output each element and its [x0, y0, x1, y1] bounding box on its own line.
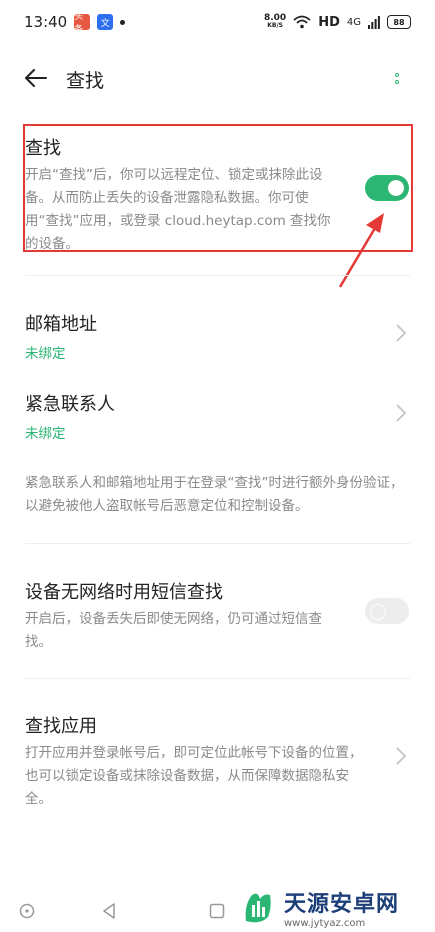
find-settings-page: 13:40 头条 文 8.00 KB/S HD 4G 88 查找 查找 开启“查…: [0, 0, 435, 932]
nav-back-icon[interactable]: [100, 902, 118, 920]
watermark-text: 天源安卓网 www.jytyaz.com: [284, 886, 399, 929]
find-description: 开启“查找”后，你可以远程定位、锁定或抹除此设备。从而防止丢失的设备泄露隐私数据…: [25, 167, 331, 252]
page-title: 查找: [66, 70, 105, 92]
sms-find-title: 设备无网络时用短信查找: [25, 582, 223, 603]
email-status: 未绑定: [25, 346, 66, 362]
wifi-icon: [293, 15, 311, 29]
chevron-right-icon: [396, 404, 407, 422]
battery-icon: 88: [387, 15, 411, 29]
watermark-logo-icon: [245, 893, 271, 923]
sms-find-row: 设备无网络时用短信查找 开启后，设备丢失后即使无网络，仍可通过短信查找。: [25, 578, 410, 654]
recent-apps-icon[interactable]: [18, 902, 36, 920]
site-watermark: 天源安卓网 www.jytyaz.com: [238, 884, 435, 930]
top-app-bar: 查找: [0, 56, 435, 100]
emergency-title: 紧急联系人: [25, 394, 115, 415]
more-options-button[interactable]: [389, 64, 405, 92]
divider: [25, 275, 410, 276]
divider: [25, 543, 410, 544]
net-speed: 8.00 KB/S: [264, 14, 286, 30]
status-bar: 13:40 头条 文 8.00 KB/S HD 4G 88: [0, 0, 435, 44]
status-left: 13:40 头条 文: [24, 12, 126, 35]
security-info-note: 紧急联系人和邮箱地址用于在登录“查找”时进行额外身份验证，以避免被他人盗取帐号后…: [25, 475, 404, 514]
sms-find-description: 开启后，设备丢失后即使无网络，仍可通过短信查找。: [25, 611, 322, 650]
chevron-right-icon: [396, 324, 407, 342]
divider: [25, 678, 410, 679]
chevron-right-icon: [396, 747, 407, 765]
status-right: 8.00 KB/S HD 4G 88: [264, 14, 411, 30]
watermark-name: 天源安卓网: [284, 891, 400, 917]
translate-app-notification-icon: 文: [97, 14, 114, 30]
email-address-row[interactable]: 邮箱地址 未绑定: [25, 310, 410, 362]
hd-label: HD: [318, 14, 340, 30]
sms-find-toggle-switch[interactable]: [365, 598, 409, 624]
news-app-notification-icon: 头条: [74, 12, 91, 35]
find-toggle-switch[interactable]: [365, 175, 409, 201]
emergency-contact-row[interactable]: 紧急联系人 未绑定: [25, 390, 410, 442]
watermark-url: www.jytyaz.com: [284, 917, 366, 929]
more-dot-icon: [395, 72, 399, 77]
status-time: 13:40: [24, 13, 68, 31]
toggle-knob: [370, 604, 386, 620]
more-dot-icon: [395, 79, 399, 84]
email-title: 邮箱地址: [25, 314, 97, 335]
emergency-status: 未绑定: [25, 426, 66, 442]
find-app-description: 打开应用并登录帐号后，即可定位此帐号下设备的位置，也可以锁定设备或抹除设备数据，…: [25, 745, 363, 807]
annotation-arrow-icon: [338, 213, 384, 288]
toggle-knob: [388, 180, 404, 196]
nav-home-icon[interactable]: [208, 902, 226, 920]
arrow-left-icon: [25, 69, 47, 87]
back-button[interactable]: [22, 64, 50, 92]
find-app-title: 查找应用: [25, 716, 97, 737]
network-type-label: 4G: [346, 16, 361, 28]
find-title: 查找: [25, 138, 61, 159]
more-notifications-dot-icon: [120, 19, 126, 25]
net-speed-value: 8.00: [263, 13, 287, 23]
cell-signal-icon: [368, 15, 380, 29]
net-speed-unit: KB/S: [267, 22, 283, 29]
find-app-row[interactable]: 查找应用 打开应用并登录帐号后，即可定位此帐号下设备的位置，也可以锁定设备或抹除…: [25, 712, 410, 811]
